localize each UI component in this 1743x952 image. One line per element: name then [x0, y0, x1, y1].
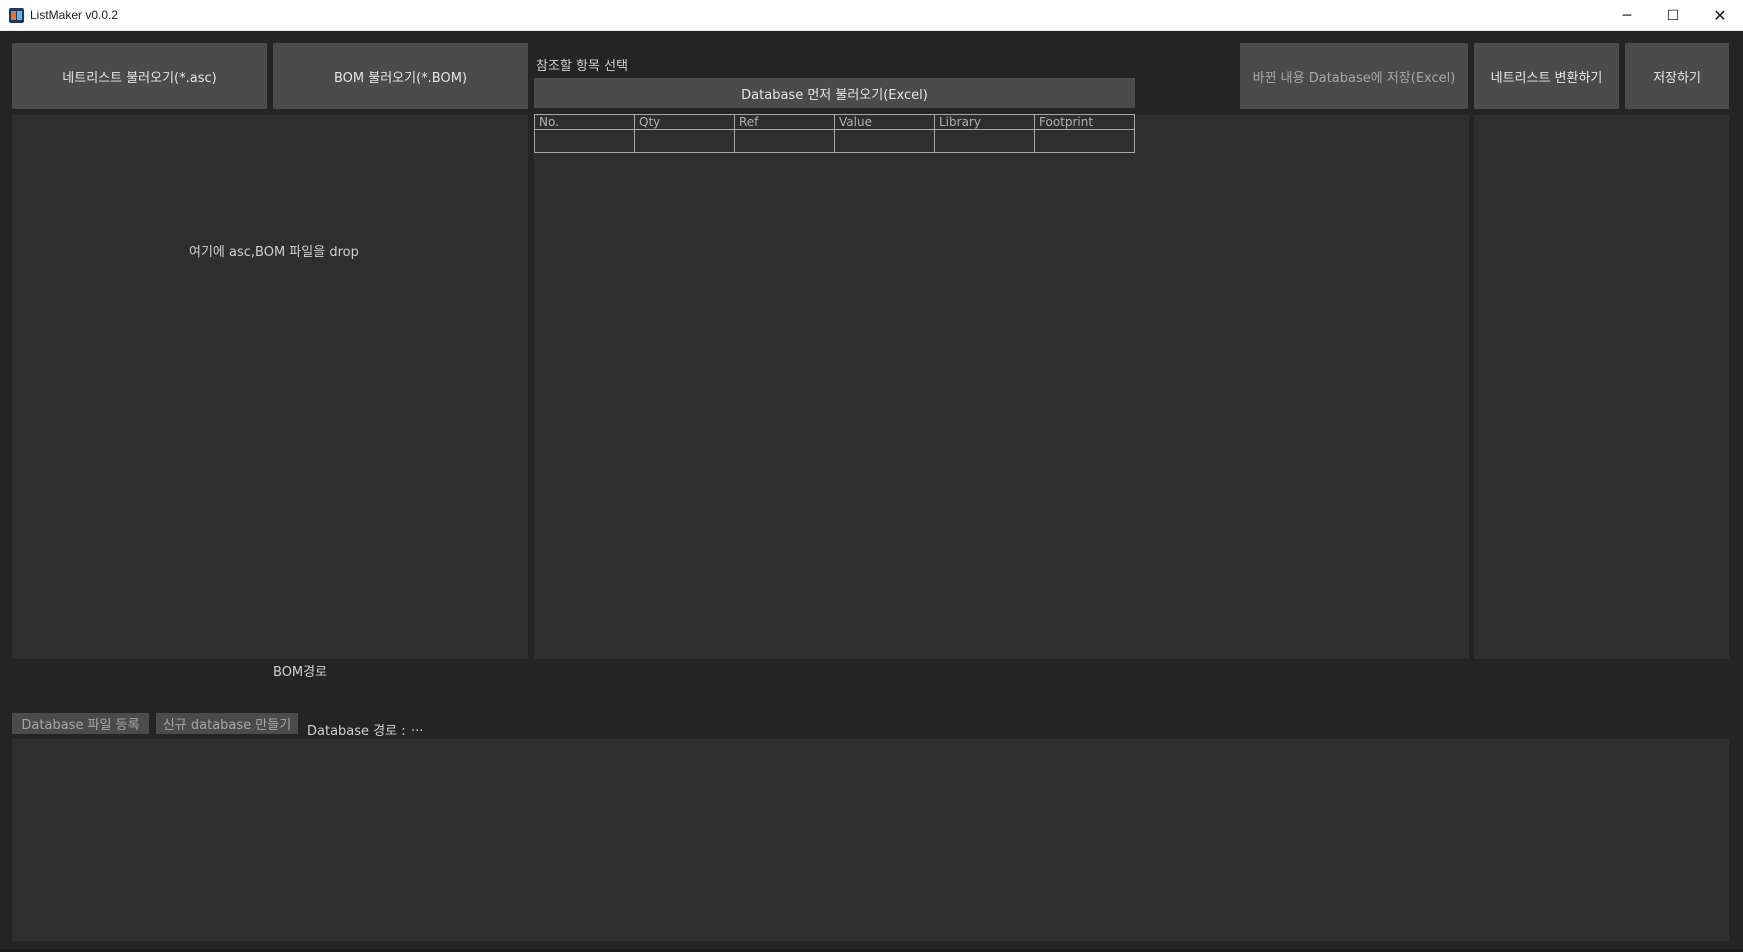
table-cell[interactable] [534, 129, 635, 153]
table-cell[interactable] [834, 129, 935, 153]
table-cell[interactable] [734, 129, 835, 153]
create-database-button[interactable]: 신규 database 만들기 [156, 713, 298, 734]
app-icon [9, 8, 24, 23]
table-cell[interactable] [934, 129, 1035, 153]
database-panel [12, 739, 1729, 941]
column-header-ref[interactable]: Ref [734, 114, 835, 130]
table-row[interactable] [534, 129, 1135, 153]
parts-table-panel [534, 115, 1469, 659]
window-title: ListMaker v0.0.2 [30, 8, 119, 22]
drop-hint: 여기에 asc,BOM 파일을 drop [189, 245, 359, 260]
convert-netlist-button[interactable]: 네트리스트 변환하기 [1474, 43, 1619, 109]
minimize-button[interactable]: ─ [1604, 0, 1650, 31]
save-button[interactable]: 저장하기 [1625, 43, 1729, 109]
load-bom-button[interactable]: BOM 불러오기(*.BOM) [273, 43, 528, 109]
save-changes-database-button[interactable]: 바뀐 내용 Database에 저장(Excel) [1240, 43, 1468, 109]
database-path-value: ... [411, 720, 424, 735]
column-header-qty[interactable]: Qty [634, 114, 735, 130]
title-bar: ListMaker v0.0.2 ─ ☐ ✕ [0, 0, 1743, 31]
column-header-footprint[interactable]: Footprint [1034, 114, 1135, 130]
table-cell[interactable] [1034, 129, 1135, 153]
right-panel [1474, 115, 1729, 659]
column-header-library[interactable]: Library [934, 114, 1035, 130]
register-database-button[interactable]: Database 파일 등록 [12, 713, 149, 734]
load-database-button[interactable]: Database 먼저 불러오기(Excel) [534, 78, 1135, 108]
file-drop-area[interactable]: 여기에 asc,BOM 파일을 drop [12, 115, 528, 659]
column-header-no[interactable]: No. [534, 114, 635, 130]
maximize-button[interactable]: ☐ [1650, 0, 1696, 31]
reference-select-label: 참조할 항목 선택 [536, 59, 628, 74]
database-path-label: Database 경로 : [307, 724, 406, 739]
parts-table: No. Qty Ref Value Library Footprint [534, 114, 1135, 153]
column-header-value[interactable]: Value [834, 114, 935, 130]
table-cell[interactable] [634, 129, 735, 153]
close-button[interactable]: ✕ [1697, 0, 1743, 31]
table-header-row: No. Qty Ref Value Library Footprint [534, 114, 1135, 130]
bom-path-label: BOM경로 [273, 665, 328, 680]
load-netlist-button[interactable]: 네트리스트 불러오기(*.asc) [12, 43, 267, 109]
